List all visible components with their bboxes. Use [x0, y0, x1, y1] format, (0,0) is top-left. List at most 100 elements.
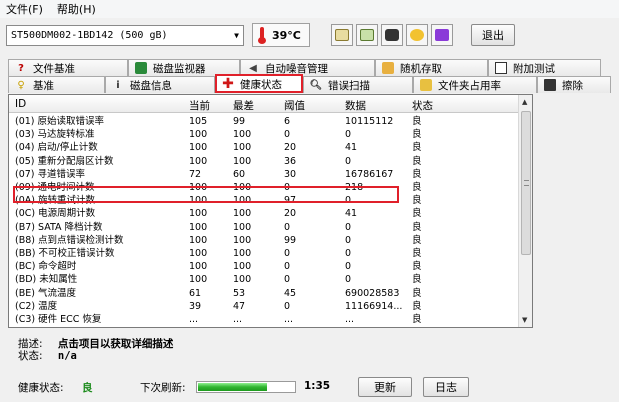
progress-fill: [198, 383, 267, 391]
table-cell: 良: [412, 182, 422, 193]
table-cell: 良: [412, 155, 422, 167]
save-button[interactable]: [431, 24, 453, 46]
tab-random-access[interactable]: 随机存取: [375, 59, 488, 76]
table-cell: (B7) SATA 降档计数: [15, 221, 103, 233]
tab-erase[interactable]: 擦除: [537, 76, 611, 93]
table-cell: ...: [233, 314, 243, 325]
scroll-thumb[interactable]: [521, 111, 531, 255]
table-cell: 100: [189, 274, 208, 286]
table-cell: (BE) 气流温度: [15, 287, 76, 299]
table-cell: 100: [233, 155, 252, 167]
status-bar: 健康状态: 良 下次刷新: 1:35 更新 日志: [0, 376, 619, 398]
tab-file-benchmark[interactable]: ? 文件基准: [8, 59, 128, 76]
table-row[interactable]: (BD) 未知属性 100 100 0 0 良: [9, 274, 519, 285]
tab-folder-usage[interactable]: 文件夹占用率: [413, 76, 537, 93]
table-cell: 99: [284, 234, 297, 246]
col-data[interactable]: 数据: [345, 98, 366, 113]
table-row[interactable]: (C2) 温度 39 47 0 11166914... 良: [9, 301, 519, 312]
table-cell: (0C) 电源周期计数: [15, 208, 96, 220]
table-row[interactable]: (B7) SATA 降档计数 100 100 0 0 良: [9, 222, 519, 233]
table-cell: 100: [189, 208, 208, 220]
table-cell: 良: [412, 129, 422, 141]
next-refresh-label: 下次刷新:: [140, 382, 186, 394]
table-cell: 0: [345, 234, 352, 246]
table-cell: 36: [284, 155, 297, 167]
table-row[interactable]: (0C) 电源周期计数 100 100 20 41 良: [9, 208, 519, 219]
screenshot-button[interactable]: [381, 24, 403, 46]
thermometer-icon: [256, 26, 268, 44]
tab-label: 擦除: [562, 79, 583, 92]
table-cell: 良: [412, 248, 422, 259]
table-cell: 0: [284, 261, 291, 273]
update-button[interactable]: 更新: [358, 377, 412, 397]
table-cell: 72: [189, 168, 202, 180]
health-status-value: 良: [82, 382, 93, 394]
tab-error-scan[interactable]: 🔍︎ 错误扫描: [303, 76, 413, 93]
table-row[interactable]: (05) 重新分配扇区计数 100 100 36 0 良: [9, 156, 519, 167]
table-cell: 0: [284, 274, 291, 286]
table-cell: 20: [284, 142, 297, 154]
table-cell: 100: [233, 248, 252, 259]
table-cell: 0: [345, 129, 352, 141]
smart-table: ID 当前 最差 阈值 数据 状态 (01) 原始读取错误率 105 99 6 1011…: [8, 94, 533, 328]
scroll-down-icon[interactable]: ▼: [522, 316, 527, 324]
table-cell: 0: [345, 274, 352, 286]
table-row[interactable]: (BE) 气流温度 61 53 45 690028583 良: [9, 288, 519, 299]
table-row[interactable]: (03) 马达旋转标准 100 100 0 0 良: [9, 129, 519, 140]
copy-image-button[interactable]: [356, 24, 378, 46]
tab-extra-tests[interactable]: 附加测试: [488, 59, 601, 76]
tab-benchmark[interactable]: ♀ 基准: [8, 76, 105, 93]
table-row[interactable]: (BB) 不可校正错误计数 100 100 0 0 良: [9, 248, 519, 259]
health-status-label: 健康状态:: [18, 382, 64, 394]
table-cell: 100: [189, 261, 208, 273]
table-cell: 61: [189, 287, 202, 299]
table-row[interactable]: (07) 寻道错误率 72 60 30 16786167 良: [9, 169, 519, 180]
table-scrollbar[interactable]: ▲ ▼: [518, 95, 532, 327]
table-cell: 100: [189, 155, 208, 167]
copy-text-button[interactable]: [331, 24, 353, 46]
col-worst[interactable]: 最差: [233, 98, 254, 113]
tab-disk-info[interactable]: i 磁盘信息: [105, 76, 215, 93]
table-cell: 良: [412, 208, 422, 220]
table-cell: (07) 寻道错误率: [15, 168, 86, 180]
options-button[interactable]: [406, 24, 428, 46]
table-cell: 100: [233, 261, 252, 273]
extra-tests-icon: [495, 62, 507, 74]
table-row[interactable]: (B8) 点到点错误检测计数 100 100 99 0 良: [9, 235, 519, 246]
table-row[interactable]: (04) 启动/停止计数 100 100 20 41 良: [9, 142, 519, 153]
table-cell: 30: [284, 168, 297, 180]
table-cell: 良: [412, 195, 422, 207]
table-cell: (01) 原始读取错误率: [15, 116, 105, 127]
scroll-up-icon[interactable]: ▲: [522, 98, 527, 106]
table-cell: 良: [412, 116, 422, 127]
camera-icon: [385, 29, 399, 41]
options-icon: [410, 29, 424, 41]
table-cell: (C3) 硬件 ECC 恢复: [15, 314, 102, 325]
table-cell: 良: [412, 274, 422, 286]
col-id[interactable]: ID: [15, 98, 26, 110]
menu-help[interactable]: 帮助(H): [57, 1, 96, 17]
table-row[interactable]: (BC) 命令超时 100 100 0 0 良: [9, 261, 519, 272]
tab-label: 基准: [33, 79, 54, 92]
exit-button[interactable]: 退出: [471, 24, 515, 46]
menu-file[interactable]: 文件(F): [6, 1, 43, 17]
col-current[interactable]: 当前: [189, 98, 210, 113]
table-cell: (05) 重新分配扇区计数: [15, 155, 114, 167]
random-access-icon: [382, 62, 394, 74]
table-row[interactable]: (01) 原始读取错误率 105 99 6 10115112 良: [9, 116, 519, 127]
table-row[interactable]: (C3) 硬件 ECC 恢复............ 良: [9, 314, 519, 325]
tab-label: 磁盘信息: [130, 79, 172, 92]
chevron-down-icon: ▼: [234, 30, 239, 40]
table-cell: 0: [345, 155, 352, 167]
benchmark-icon: ♀: [17, 79, 25, 91]
table-cell: (04) 启动/停止计数: [15, 142, 98, 154]
erase-icon: [544, 79, 556, 91]
table-cell: 良: [412, 287, 422, 299]
table-cell: 良: [412, 300, 422, 312]
col-status[interactable]: 状态: [412, 98, 433, 113]
log-button[interactable]: 日志: [423, 377, 469, 397]
col-threshold[interactable]: 阈值: [284, 98, 305, 113]
drive-select[interactable]: ST500DM002-1BD142 (500 gB) ▼: [6, 24, 244, 46]
table-cell: ...: [189, 314, 199, 325]
table-cell: 良: [412, 261, 422, 273]
